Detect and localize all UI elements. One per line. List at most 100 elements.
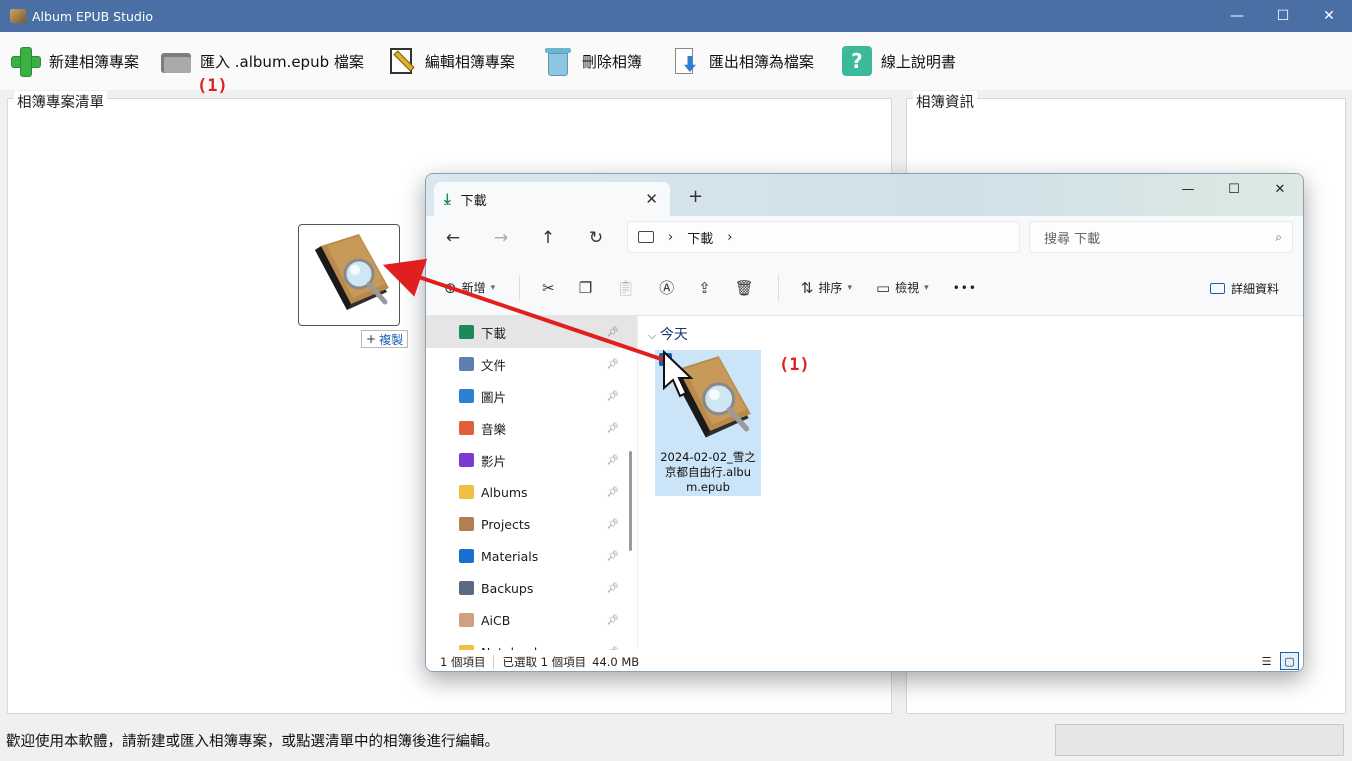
- command-divider: [777, 274, 779, 301]
- sidebar-item-projects[interactable]: Projects 📌︎: [426, 508, 637, 540]
- checkbox-icon[interactable]: [659, 353, 672, 366]
- album-info-title: 相簿資訊: [913, 91, 977, 112]
- copy-icon: ❐: [578, 278, 593, 297]
- file-item[interactable]: 2024-02-02_雪之京都自由行.album.epub: [655, 350, 761, 496]
- delete-button[interactable]: 🗑︎: [735, 279, 754, 297]
- export-icon: [670, 46, 700, 76]
- sidebar-item-下載[interactable]: 下載 📌︎: [426, 316, 637, 348]
- details-pane-label: 詳細資料: [1230, 282, 1279, 296]
- sidebar-scrollbar[interactable]: [629, 451, 632, 551]
- delete-album-label: 刪除相簿: [581, 52, 642, 71]
- box-folder-icon: [459, 517, 474, 531]
- album-project-list-title: 相簿專案清單: [14, 91, 107, 112]
- pin-icon: 📌︎: [606, 614, 619, 626]
- window-controls: — ☐ ✕: [1214, 0, 1352, 32]
- details-pane-button[interactable]: 詳細資料: [1209, 280, 1279, 297]
- search-placeholder: 搜尋 下載: [1044, 231, 1101, 247]
- sidebar-item-notebooks[interactable]: Notebooks📌︎: [426, 636, 637, 650]
- explorer-minimize-button[interactable]: —: [1165, 174, 1211, 204]
- view-toggle: ☰ ▢: [1257, 652, 1299, 670]
- new-tab-button[interactable]: +: [688, 186, 703, 207]
- file-explorer-window: ⤓ 下載 ✕ + — ☐ ✕ ← → ↑ ↻ › 下載 › 搜尋 下載 ⌕ ⊕ …: [425, 173, 1304, 672]
- details-view-icon[interactable]: ☰: [1257, 652, 1276, 670]
- sidebar-item-label: 音樂: [481, 421, 507, 437]
- edit-album-project-button[interactable]: 編輯相簿專案: [386, 41, 515, 81]
- sidebar-item-音樂[interactable]: 音樂 📌︎: [426, 412, 637, 444]
- new-item-label: 新增: [461, 281, 486, 295]
- explorer-title-bar: ⤓ 下載 ✕ + — ☐ ✕: [426, 174, 1303, 216]
- minimize-button[interactable]: —: [1214, 0, 1260, 32]
- search-input[interactable]: 搜尋 下載 ⌕: [1029, 221, 1293, 253]
- maximize-button[interactable]: ☐: [1260, 0, 1306, 32]
- pin-icon: 📌︎: [606, 486, 619, 498]
- sidebar-item-albums[interactable]: Albums 📌︎: [426, 476, 637, 508]
- group-header-today[interactable]: ⌵ 今天: [648, 324, 688, 344]
- new-item-button[interactable]: ⊕ 新增 ▾: [444, 279, 495, 297]
- explorer-nav-bar: ← → ↑ ↻ › 下載 › 搜尋 下載 ⌕: [426, 216, 1303, 260]
- accessibility-icon: [459, 549, 474, 563]
- rename-icon: Ⓐ: [659, 279, 675, 297]
- sidebar-item-影片[interactable]: 影片 📌︎: [426, 444, 637, 476]
- sidebar-item-backups[interactable]: Backups 📌︎: [426, 572, 637, 604]
- forward-button[interactable]: →: [488, 226, 514, 250]
- sidebar-item-aicb[interactable]: AiCB 📌︎: [426, 604, 637, 636]
- import-epub-label: 匯入 .album.epub 檔案: [200, 52, 364, 71]
- more-icon: •••: [952, 280, 977, 295]
- online-help-button[interactable]: ? 線上說明書: [841, 41, 956, 81]
- sidebar-item-文件[interactable]: 文件 📌︎: [426, 348, 637, 380]
- plus-icon: [10, 46, 41, 77]
- up-button[interactable]: ↑: [535, 226, 561, 250]
- address-location: 下載: [687, 231, 714, 247]
- plus-icon: +: [366, 332, 377, 346]
- pin-icon: 📌︎: [606, 326, 619, 338]
- sidebar-item-label: 文件: [481, 357, 507, 373]
- explorer-tab-downloads[interactable]: ⤓ 下載 ✕: [434, 182, 670, 216]
- explorer-window-controls: — ☐ ✕: [1165, 174, 1303, 204]
- paste-button[interactable]: 📋︎: [616, 279, 635, 297]
- explorer-close-button[interactable]: ✕: [1257, 174, 1303, 204]
- import-epub-button[interactable]: 匯入 .album.epub 檔案: [161, 41, 364, 81]
- sidebar-item-label: Backups: [481, 580, 534, 596]
- new-album-project-button[interactable]: 新建相簿專案: [10, 41, 139, 81]
- file-name: 2024-02-02_雪之京都自由行.album.epub: [660, 450, 756, 494]
- back-button[interactable]: ←: [440, 226, 466, 250]
- pin-icon: 📌︎: [606, 518, 619, 530]
- rename-button[interactable]: Ⓐ: [659, 277, 674, 298]
- explorer-maximize-button[interactable]: ☐: [1211, 174, 1257, 204]
- view-button[interactable]: ▭ 檢視 ▾: [876, 279, 929, 297]
- explorer-command-bar: ⊕ 新增 ▾ ✂ ❐ 📋︎ Ⓐ ⇪ 🗑︎ ⇅ 排序 ▾ ▭ 檢視 ▾ ••• 詳…: [426, 260, 1303, 316]
- copy-button[interactable]: ❐: [579, 279, 592, 297]
- selected-size: 44.0 MB: [592, 654, 640, 669]
- item-count: 1 個項目: [440, 654, 486, 669]
- address-bar[interactable]: › 下載 ›: [627, 221, 1020, 253]
- folder-icon: [459, 485, 474, 499]
- export-album-button[interactable]: 匯出相簿為檔案: [670, 41, 814, 81]
- explorer-sidebar: 下載 📌︎ 文件 📌︎ 圖片 📌︎ 音樂 📌︎ 影片 📌︎ Albums 📌︎ Projects 📌︎ Ma…: [426, 316, 638, 650]
- sidebar-item-圖片[interactable]: 圖片 📌︎: [426, 380, 637, 412]
- sidebar-item-label: 影片: [481, 453, 507, 469]
- edit-album-project-label: 編輯相簿專案: [424, 52, 515, 71]
- selected-count: 已選取 1 個項目: [502, 654, 587, 669]
- sort-button[interactable]: ⇅ 排序 ▾: [801, 279, 852, 297]
- explorer-file-area: ⌵ 今天 2024-02-02_雪之京都自由行.album.epub: [638, 316, 1303, 650]
- more-options-button[interactable]: •••: [953, 281, 977, 295]
- sidebar-item-label: AiCB: [481, 612, 511, 628]
- group-header-label: 今天: [659, 327, 688, 343]
- download-icon: ⤓: [444, 190, 451, 208]
- refresh-button[interactable]: ↻: [583, 226, 609, 250]
- delete-album-button[interactable]: 刪除相簿: [543, 41, 642, 81]
- pin-icon: 📌︎: [606, 454, 619, 466]
- view-label: 檢視: [895, 281, 920, 295]
- share-button[interactable]: ⇪: [698, 279, 711, 297]
- title-bar: Album EPUB Studio — ☐ ✕: [0, 0, 1352, 32]
- chevron-down-icon: ▾: [847, 282, 852, 293]
- sidebar-item-label: Materials: [481, 548, 539, 564]
- computer-icon: [638, 231, 654, 243]
- close-button[interactable]: ✕: [1306, 0, 1352, 32]
- pin-icon: 📌︎: [606, 582, 619, 594]
- tiles-view-icon[interactable]: ▢: [1280, 652, 1299, 670]
- sidebar-item-materials[interactable]: Materials 📌︎: [426, 540, 637, 572]
- close-tab-icon[interactable]: ✕: [645, 190, 658, 208]
- command-divider: [519, 274, 521, 301]
- cut-button[interactable]: ✂: [542, 279, 555, 297]
